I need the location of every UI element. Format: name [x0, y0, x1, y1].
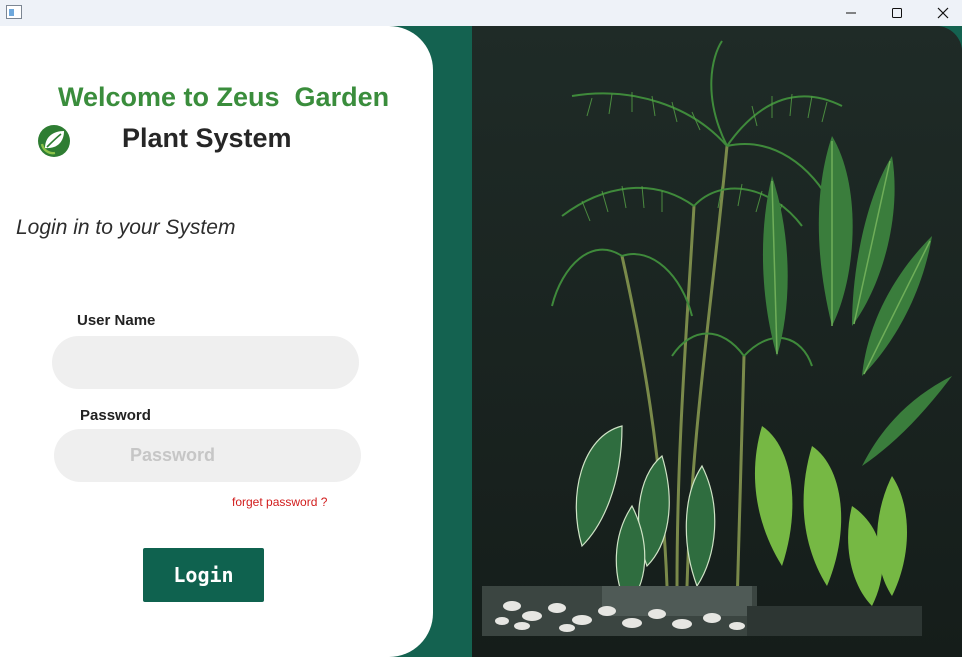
- indoor-plants-image: [472, 26, 962, 657]
- plants-illustration: [472, 26, 962, 657]
- forget-password-link[interactable]: forget password ?: [232, 495, 327, 509]
- app-window-icon: [6, 5, 22, 19]
- minimize-icon: [846, 12, 856, 14]
- password-input[interactable]: [54, 429, 361, 482]
- password-label: Password: [80, 407, 151, 424]
- welcome-title: Welcome to Zeus Garden: [58, 82, 390, 112]
- login-card: Welcome to Zeus Garden Plant System Logi…: [0, 26, 433, 657]
- page-subtitle: Plant System: [122, 123, 292, 153]
- minimize-button[interactable]: [828, 0, 874, 26]
- username-input[interactable]: [52, 336, 359, 389]
- close-button[interactable]: [920, 0, 962, 26]
- main-content: Welcome to Zeus Garden Plant System Logi…: [0, 26, 962, 657]
- maximize-button[interactable]: [874, 0, 920, 26]
- login-button[interactable]: Login: [143, 548, 264, 602]
- maximize-icon: [892, 8, 902, 18]
- login-prompt: Login in to your System: [16, 216, 236, 239]
- username-label: User Name: [77, 312, 156, 329]
- close-icon: [937, 7, 949, 19]
- leaf-logo-icon: [38, 125, 70, 157]
- title-bar: [0, 0, 962, 26]
